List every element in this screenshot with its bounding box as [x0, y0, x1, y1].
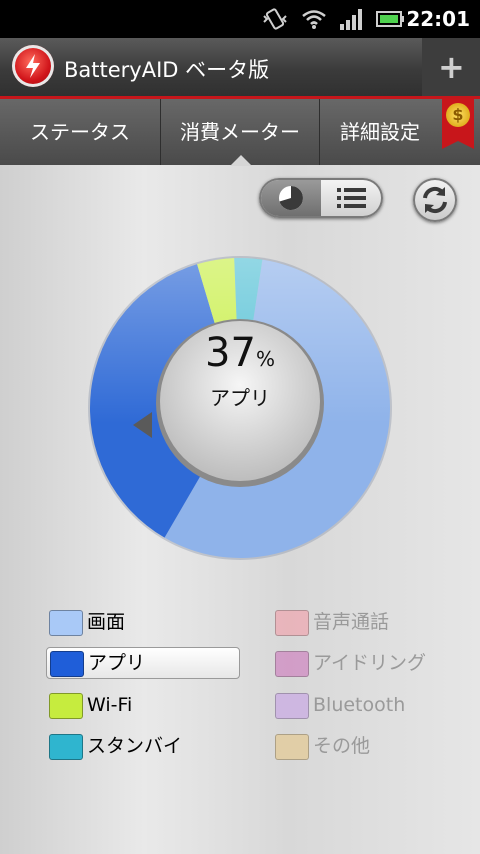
legend-label: アイドリング — [313, 652, 427, 674]
legend-swatch — [50, 651, 84, 677]
app-title: BatteryAID ベータ版 — [64, 58, 270, 82]
legend-item[interactable]: アプリ — [46, 647, 240, 679]
legend-item[interactable]: スタンバイ — [49, 731, 239, 761]
legend-swatch — [275, 734, 309, 760]
legend-label: スタンバイ — [87, 735, 183, 757]
meter-percent: 37% — [205, 330, 275, 376]
view-toggle[interactable] — [259, 178, 383, 218]
pie-view-button[interactable] — [261, 180, 321, 216]
legend-item[interactable]: 音声通話 — [275, 607, 465, 637]
refresh-button[interactable] — [413, 178, 457, 222]
add-button[interactable]: + — [422, 38, 480, 96]
refresh-icon — [423, 186, 447, 214]
list-view-button[interactable] — [321, 180, 381, 216]
legend-label: Bluetooth — [313, 694, 406, 716]
legend-swatch — [275, 651, 309, 677]
plus-icon: + — [438, 48, 465, 86]
legend-swatch — [275, 693, 309, 719]
legend-item[interactable]: Wi-Fi — [49, 690, 239, 720]
legend-item[interactable]: その他 — [275, 731, 465, 761]
legend-item[interactable]: Bluetooth — [275, 690, 465, 720]
app-bar: BatteryAID ベータ版 + — [0, 38, 480, 99]
premium-badge[interactable]: $ — [442, 99, 474, 149]
signal-icon — [340, 9, 362, 30]
legend-label: Wi-Fi — [87, 694, 133, 716]
meter-selected-name: アプリ — [210, 386, 270, 410]
tab-detail-settings[interactable]: 詳細設定 — [320, 99, 440, 165]
tab-status[interactable]: ステータス — [0, 99, 161, 165]
legend-label: 画面 — [87, 611, 126, 633]
legend-label: 音声通話 — [313, 611, 390, 633]
meter-center-label: 37% アプリ — [160, 330, 320, 411]
legend-label: アプリ — [88, 652, 146, 674]
legend-swatch — [49, 693, 83, 719]
legend-label: その他 — [313, 735, 371, 757]
legend-swatch — [49, 734, 83, 760]
status-bar: 22:01 — [0, 0, 480, 38]
legend-item[interactable]: アイドリング — [275, 648, 465, 678]
battery-icon — [376, 11, 404, 27]
legend-swatch — [275, 610, 309, 636]
batteryaid-logo-icon — [12, 45, 54, 87]
status-time: 22:01 — [406, 7, 470, 31]
wifi-icon — [302, 10, 326, 29]
dollar-coin-icon: $ — [446, 103, 470, 127]
legend-swatch — [49, 610, 83, 636]
pie-chart-icon — [279, 186, 303, 210]
list-icon — [337, 188, 366, 208]
legend-item[interactable]: 画面 — [49, 607, 239, 637]
selected-tab-pointer — [230, 155, 252, 166]
vibrate-icon — [263, 8, 287, 30]
